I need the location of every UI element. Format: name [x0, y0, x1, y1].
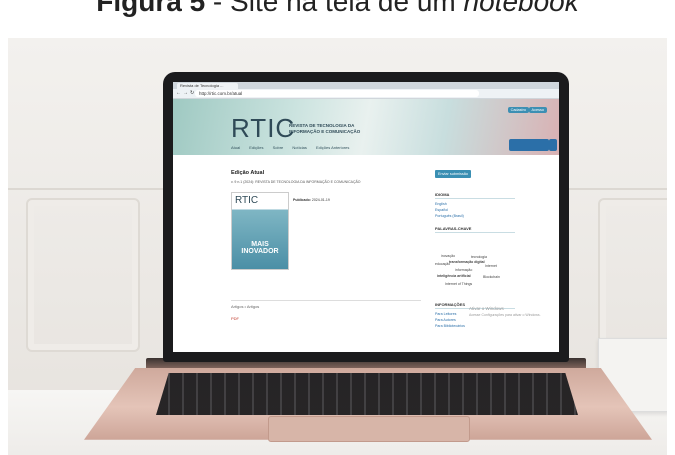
- issue-subtitle[interactable]: v. 9 n.1 (2024): REVISTA DE TECNOLOGIA D…: [231, 180, 421, 184]
- menu-item-noticias[interactable]: Notícias: [292, 145, 306, 150]
- address-bar[interactable]: http://rtic.com.br/atual: [195, 90, 479, 97]
- submit-button[interactable]: Enviar submissão: [435, 170, 471, 178]
- figure-caption: Figura 5 - Site na tela de um notebook: [0, 0, 675, 38]
- keyword[interactable]: Internet: [485, 264, 497, 268]
- back-icon[interactable]: ←: [176, 90, 183, 96]
- published-date: 2024-01-19: [311, 198, 330, 202]
- keyword-cloud: inovação tecnologia educação transformaç…: [435, 254, 507, 288]
- lang-espanol[interactable]: Español: [435, 208, 448, 212]
- cover-logo: RTIC: [235, 195, 259, 206]
- search-badge[interactable]: [509, 139, 549, 151]
- wall-panel-left: [26, 198, 140, 352]
- keyword[interactable]: educação: [435, 262, 450, 266]
- caption-text: Site na tela de um: [230, 0, 456, 17]
- wall-panel-right: [598, 198, 667, 352]
- keyword[interactable]: informação: [455, 268, 472, 272]
- lang-english[interactable]: English: [435, 202, 447, 206]
- site-menu: Atual Edições Sobre Notícias Edições Ant…: [231, 145, 357, 150]
- laptop-screen: Revista de Tecnologia ... ←→↻ http://rti…: [173, 82, 559, 352]
- browser-toolbar: ←→↻ http://rtic.com.br/atual: [173, 89, 559, 99]
- published-label: Publicado:: [293, 198, 311, 202]
- forward-icon[interactable]: →: [183, 90, 190, 96]
- keywords-heading: PALAVRAS-CHAVE: [435, 226, 515, 233]
- pdf-link[interactable]: PDF: [231, 316, 239, 321]
- keyword[interactable]: inteligência artificial: [437, 274, 471, 278]
- laptop-trackpad: [268, 416, 470, 442]
- register-button[interactable]: Cadastro: [507, 107, 529, 113]
- page-title: Edição Atual: [231, 170, 265, 176]
- menu-item-anteriores[interactable]: Edições Anteriores: [316, 145, 349, 150]
- keyword[interactable]: tecnologia: [471, 255, 487, 259]
- idioma-heading: IDIOMA: [435, 192, 515, 199]
- browser-nav: ←→↻: [176, 90, 196, 97]
- menu-item-atual[interactable]: Atual: [231, 145, 240, 150]
- photo-scene: Revista de Tecnologia ... ←→↻ http://rti…: [8, 38, 667, 455]
- info-authors[interactable]: Para Autores: [435, 318, 456, 322]
- browser-tabbar: Revista de Tecnologia ...: [173, 82, 559, 89]
- activation-watermark-line2: Acesse Configurações para ativar o Windo…: [469, 313, 541, 317]
- caption-italic: notebook: [463, 0, 579, 17]
- issue-cover[interactable]: RTIC MAIS INOVADOR: [231, 192, 289, 270]
- site-header: RTIC REVISTA DE TECNOLOGIA DA INFORMAÇÃO…: [173, 99, 559, 155]
- login-button[interactable]: Acesso: [528, 107, 547, 113]
- cover-title: MAIS INOVADOR: [241, 241, 279, 255]
- site-logo[interactable]: RTIC: [231, 115, 295, 141]
- keyword[interactable]: Blockchain: [483, 275, 500, 279]
- info-librarians[interactable]: Para Bibliotecários: [435, 324, 465, 328]
- site-logo-text: REVISTA DE TECNOLOGIA DA INFORMAÇÃO E CO…: [289, 123, 361, 134]
- caption-label: Figura 5: [96, 0, 206, 17]
- menu-item-sobre[interactable]: Sobre: [273, 145, 284, 150]
- lang-portugues[interactable]: Português (Brasil): [435, 214, 464, 218]
- main-content: Edição Atual v. 9 n.1 (2024): REVISTA DE…: [231, 164, 421, 321]
- keyword[interactable]: Internet of Things: [445, 282, 472, 286]
- search-icon[interactable]: [549, 139, 557, 151]
- content-divider: [231, 300, 421, 301]
- info-readers[interactable]: Para Leitores: [435, 312, 456, 316]
- caption-separator: -: [205, 0, 231, 17]
- published-info: Publicado: 2024-01-19: [293, 198, 330, 202]
- laptop-bezel: Revista de Tecnologia ... ←→↻ http://rti…: [163, 72, 569, 362]
- activation-watermark-line1: Ativar o Windows: [469, 306, 504, 311]
- laptop-keyboard: [156, 373, 578, 415]
- keyword[interactable]: inovação: [441, 254, 455, 258]
- section-label: Artigos • Artigos: [231, 304, 260, 309]
- keyword[interactable]: transformação digital: [449, 260, 485, 264]
- menu-item-edicoes[interactable]: Edições: [249, 145, 263, 150]
